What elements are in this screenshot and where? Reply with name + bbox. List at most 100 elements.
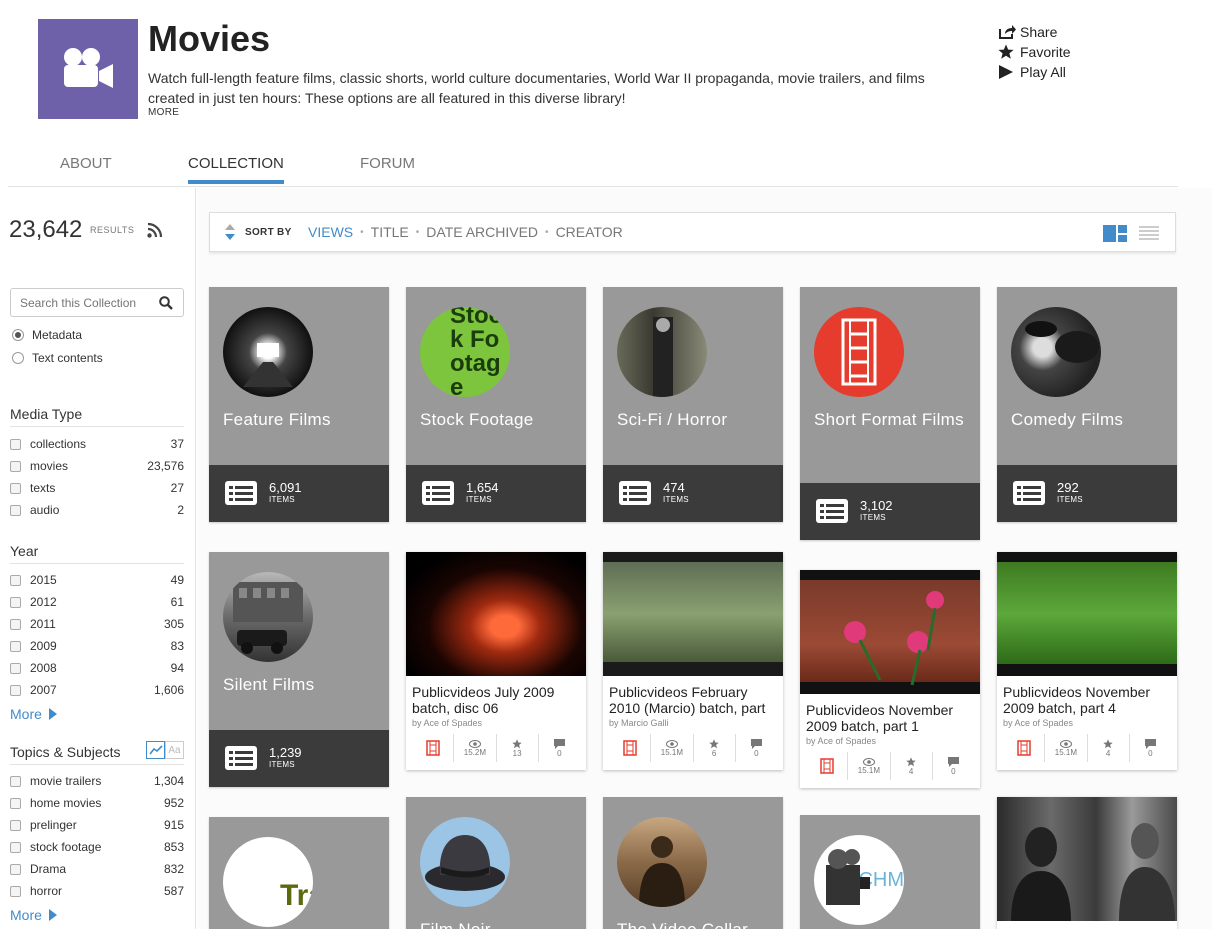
facet-row[interactable]: 2015 49 <box>10 572 184 588</box>
collection-thumbnail <box>617 307 707 397</box>
reviews-count: 0 <box>754 748 759 758</box>
year-more-link[interactable]: More <box>10 706 57 722</box>
chart-icon[interactable] <box>146 741 165 759</box>
collection-tile[interactable]: CHM <box>800 815 980 929</box>
collection-thumbnail: CHM <box>814 835 904 925</box>
collection-tile[interactable]: Silent Films 1,239 ITEMS <box>209 552 389 787</box>
scope-text-contents-radio[interactable]: Text contents <box>12 351 103 365</box>
reviews-count: 0 <box>557 748 562 758</box>
facet-count: 61 <box>170 595 184 609</box>
facet-checkbox[interactable] <box>10 684 21 696</box>
collection-tile[interactable]: Sci-Fi / Horror 474 ITEMS <box>603 287 783 522</box>
facet-row[interactable]: 2008 94 <box>10 660 184 676</box>
triangle-right-icon <box>48 909 57 921</box>
topics-more-link[interactable]: More <box>10 907 57 923</box>
tile-view-icon[interactable] <box>1103 225 1127 247</box>
collection-items-label: ITEMS <box>466 495 492 504</box>
more-description-link[interactable]: MORE <box>148 107 179 118</box>
collection-tile[interactable]: Tra <box>209 817 389 929</box>
facet-checkbox[interactable] <box>10 797 21 809</box>
collection-items-label: ITEMS <box>1057 495 1083 504</box>
play-all-button[interactable]: Play All <box>998 62 1071 82</box>
facet-label: 2007 <box>30 683 57 697</box>
facet-row[interactable]: movies 23,576 <box>10 458 184 474</box>
facet-row[interactable]: horror 587 <box>10 883 184 899</box>
facet-checkbox[interactable] <box>10 775 21 787</box>
sort-option-title[interactable]: TITLE <box>371 224 409 240</box>
facet-checkbox[interactable] <box>10 504 21 516</box>
favorite-button[interactable]: Favorite <box>998 42 1071 62</box>
alpha-sort-toggle[interactable]: Aa <box>165 741 184 759</box>
item-tile[interactable] <box>997 797 1177 929</box>
facet-row[interactable]: prelinger 915 <box>10 817 184 833</box>
rss-icon[interactable] <box>147 222 163 243</box>
item-tile[interactable]: Publicvideos November 2009 batch, part 1… <box>800 570 980 788</box>
facet-row[interactable]: 2012 61 <box>10 594 184 610</box>
tab-about[interactable]: ABOUT <box>60 155 112 184</box>
collection-thumbnail <box>814 307 904 397</box>
results-count: 23,642 <box>9 216 83 243</box>
facet-label: 2008 <box>30 661 57 675</box>
sort-option-creator[interactable]: CREATOR <box>556 224 623 240</box>
facet-row[interactable]: movie trailers 1,304 <box>10 773 184 789</box>
item-tile[interactable]: Publicvideos July 2009 batch, disc 06 by… <box>406 552 586 770</box>
facet-checkbox[interactable] <box>10 596 21 608</box>
share-button[interactable]: Share <box>998 22 1071 42</box>
sort-option-date-archived[interactable]: DATE ARCHIVED <box>426 224 538 240</box>
comment-icon <box>1144 738 1156 749</box>
collection-tile[interactable]: Comedy Films 292 ITEMS <box>997 287 1177 522</box>
tab-forum[interactable]: FORUM <box>360 155 415 184</box>
collection-search-input[interactable] <box>11 289 151 316</box>
radio-selected[interactable] <box>12 329 24 341</box>
facet-checkbox[interactable] <box>10 618 21 630</box>
facet-row[interactable]: stock footage 853 <box>10 839 184 855</box>
item-creator: by Ace of Spades <box>412 718 483 728</box>
facet-row[interactable]: audio 2 <box>10 502 184 518</box>
facet-row[interactable]: Drama 832 <box>10 861 184 877</box>
item-tile[interactable]: Publicvideos November 2009 batch, part 4… <box>997 552 1177 770</box>
facet-row[interactable]: 2007 1,606 <box>10 682 184 698</box>
facet-row[interactable]: texts 27 <box>10 480 184 496</box>
sort-direction-icon[interactable] <box>224 223 236 246</box>
facet-checkbox[interactable] <box>10 885 21 897</box>
film-icon <box>819 758 834 774</box>
facet-checkbox[interactable] <box>10 438 21 450</box>
facet-row[interactable]: collections 37 <box>10 436 184 452</box>
facet-checkbox[interactable] <box>10 863 21 875</box>
facet-row[interactable]: 2009 83 <box>10 638 184 654</box>
collection-tile[interactable]: The Video Cellar <box>603 797 783 929</box>
play-icon <box>998 64 1020 80</box>
sort-option-views[interactable]: VIEWS <box>308 224 353 240</box>
facet-checkbox[interactable] <box>10 841 21 853</box>
facet-checkbox[interactable] <box>10 662 21 674</box>
collection-title: Sci-Fi / Horror <box>617 410 728 429</box>
collection-tile[interactable]: Stock Footage Stock Footage 1,654 ITEMS <box>406 287 586 522</box>
facet-checkbox[interactable] <box>10 819 21 831</box>
item-stats: 15.2M 13 0 <box>406 734 586 762</box>
eye-icon <box>665 739 678 748</box>
collection-tile[interactable]: Film Noir <box>406 797 586 929</box>
reviews-stat: 0 <box>539 734 580 762</box>
collection-actions: Share Favorite Play All <box>998 22 1071 82</box>
search-icon[interactable] <box>159 296 173 315</box>
collection-title: Stock Footage <box>420 410 534 429</box>
collection-thumbnail <box>1011 307 1101 397</box>
list-view-icon[interactable] <box>1139 226 1159 245</box>
facet-row[interactable]: 2011 305 <box>10 616 184 632</box>
radio-unselected[interactable] <box>12 352 24 364</box>
comment-icon <box>947 756 959 767</box>
facet-row[interactable]: home movies 952 <box>10 795 184 811</box>
tab-collection[interactable]: COLLECTION <box>188 155 284 184</box>
collection-tile[interactable]: Feature Films 6,091 ITEMS <box>209 287 389 522</box>
facet-checkbox[interactable] <box>10 460 21 472</box>
facet-checkbox[interactable] <box>10 482 21 494</box>
results-area: SORT BY VIEWS • TITLE • DATE ARCHIVED • … <box>197 188 1212 929</box>
collection-footer: 6,091 ITEMS <box>209 465 389 522</box>
item-tile[interactable]: Publicvideos February 2010 (Marcio) batc… <box>603 552 783 770</box>
facet-checkbox[interactable] <box>10 574 21 586</box>
scope-metadata-radio[interactable]: Metadata <box>12 328 82 342</box>
star-icon <box>998 44 1020 60</box>
facet-checkbox[interactable] <box>10 640 21 652</box>
views-count: 15.1M <box>857 765 880 775</box>
collection-tile[interactable]: Short Format Films 3,102 ITEMS <box>800 287 980 540</box>
